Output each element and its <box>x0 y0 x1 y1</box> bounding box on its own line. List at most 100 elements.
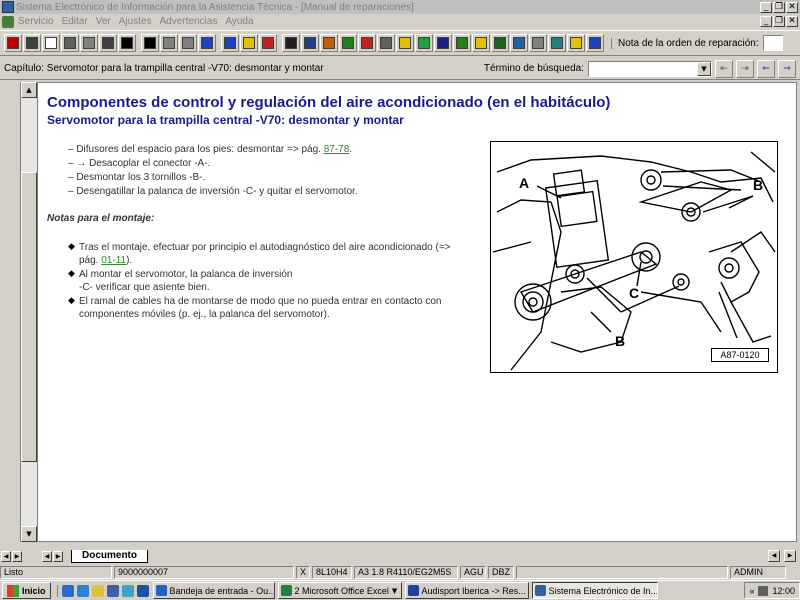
horizontal-scroll-track[interactable] <box>152 550 768 562</box>
tray-expand-icon[interactable]: « <box>749 586 754 596</box>
scroll-up-icon[interactable]: ▲ <box>21 82 37 98</box>
folder-icon[interactable] <box>91 584 104 597</box>
media-icon[interactable] <box>121 584 134 597</box>
page-link[interactable]: 87-78 <box>324 144 350 155</box>
document-list-icon <box>380 37 392 49</box>
tools-icon <box>285 37 297 49</box>
mail-icon <box>155 585 167 596</box>
desktop-icon[interactable] <box>106 584 119 597</box>
print-button[interactable] <box>23 34 41 52</box>
menu-ver[interactable]: Ver <box>96 16 111 27</box>
fuel-button[interactable] <box>301 34 319 52</box>
menu-advertencias[interactable]: Advertencias <box>160 16 218 27</box>
diamond-bullet-icon: ◆ <box>68 269 75 279</box>
jump-forward-button[interactable]: ⇒ <box>778 59 796 78</box>
label-b-right: B <box>753 177 763 193</box>
network-button[interactable] <box>586 34 604 52</box>
menu-editar[interactable]: Editar <box>62 16 88 27</box>
tab-next-icon[interactable]: ▶ <box>53 550 63 562</box>
previous-page-button[interactable] <box>141 34 159 52</box>
last-page-button[interactable] <box>179 34 197 52</box>
window-title: Sistema Electrónico de Información para … <box>16 1 414 13</box>
scroll-right-icon[interactable]: ▶ <box>12 550 22 562</box>
chevron-down-icon[interactable]: ▼ <box>697 61 711 76</box>
task-inbox[interactable]: Bandeja de entrada - Ou... <box>152 582 275 599</box>
task-elsa[interactable]: Sistema Electrónico de In... <box>531 582 658 599</box>
info-button[interactable] <box>221 34 239 52</box>
save-button[interactable] <box>434 34 452 52</box>
scroll-end-left-icon[interactable]: ◀ <box>768 550 780 562</box>
volume-icon[interactable] <box>758 585 769 596</box>
menu-servicio[interactable]: Servicio <box>18 16 54 27</box>
notes-heading: Notas para el montaje: <box>47 213 155 224</box>
next-page-button[interactable] <box>160 34 178 52</box>
menu-ajustes[interactable]: Ajustes <box>119 16 152 27</box>
title-bar: Sistema Electrónico de Información para … <box>0 0 800 14</box>
edit-button[interactable] <box>61 34 79 52</box>
player-icon[interactable] <box>136 584 149 597</box>
exit-button[interactable] <box>4 34 22 52</box>
first-page-button[interactable] <box>118 34 136 52</box>
scroll-down-icon[interactable]: ▼ <box>21 526 37 542</box>
task-label: Sistema Electrónico de In... <box>548 585 658 596</box>
menu-ayuda[interactable]: Ayuda <box>225 16 253 27</box>
warning-button[interactable] <box>396 34 414 52</box>
close-icon[interactable]: ✕ <box>786 1 798 13</box>
doc-restore-icon[interactable]: ❐ <box>773 16 785 27</box>
tool-button[interactable] <box>548 34 566 52</box>
jump-back-button[interactable]: ⇐ <box>757 59 775 78</box>
scroll-end-right-icon[interactable]: ▶ <box>784 550 796 562</box>
diagnosis-button[interactable] <box>510 34 528 52</box>
pencil-button[interactable] <box>472 34 490 52</box>
new-document-button[interactable] <box>42 34 60 52</box>
start-button[interactable]: Inicio <box>2 582 51 599</box>
status-order-number: 9000000007 <box>114 565 294 579</box>
page-link[interactable]: 01-11 <box>101 255 126 266</box>
doc-close-icon[interactable]: ✕ <box>786 16 798 27</box>
tools-button[interactable] <box>282 34 300 52</box>
question-button[interactable] <box>567 34 585 52</box>
engine-button[interactable] <box>339 34 357 52</box>
search-input[interactable]: ▼ <box>588 60 712 77</box>
search-prev-button[interactable]: ⇤ <box>715 59 733 78</box>
minimize-icon[interactable]: _ <box>760 1 772 13</box>
restore-icon[interactable]: ❐ <box>773 1 785 13</box>
note-item: ◆ El ramal de cables ha de montarse de m… <box>68 295 468 321</box>
step-item: – → Desacoplar el conector -A-. <box>68 157 358 171</box>
status-model: A3 1.8 R4110/EG2M5S <box>354 565 458 579</box>
car-button[interactable] <box>491 34 509 52</box>
search-next-button[interactable]: ⇥ <box>736 59 754 78</box>
notes-icon <box>83 37 95 49</box>
task-browser[interactable]: Audisport Iberica -> Res... <box>404 582 529 599</box>
book-icon <box>361 37 373 49</box>
globe-button[interactable] <box>415 34 433 52</box>
grid-button[interactable] <box>320 34 338 52</box>
scroll-thumb[interactable] <box>21 172 37 462</box>
return-button[interactable] <box>198 34 216 52</box>
page-title: Componentes de control y regulación del … <box>47 94 611 111</box>
task-excel[interactable]: 2 Microsoft Office Excel ▼ <box>277 582 402 599</box>
checklist-button[interactable] <box>529 34 547 52</box>
status-state: Listo <box>0 565 112 579</box>
note-text: componentes móviles (p. ej., la palanca … <box>79 309 330 320</box>
tab-prev-icon[interactable]: ◀ <box>42 550 52 562</box>
document-list-button[interactable] <box>377 34 395 52</box>
order-note-field[interactable] <box>762 35 783 51</box>
vehicle-button[interactable] <box>99 34 117 52</box>
outlook-icon[interactable] <box>76 584 89 597</box>
tab-documento[interactable]: Documento <box>71 549 148 563</box>
vertical-scrollbar[interactable]: ▲ ▼ <box>21 82 37 542</box>
book-button[interactable] <box>358 34 376 52</box>
status-blank <box>516 565 728 579</box>
app-icon <box>2 1 14 13</box>
task-label: 2 Microsoft Office Excel <box>294 585 389 596</box>
green-book-button[interactable] <box>453 34 471 52</box>
internet-explorer-icon[interactable] <box>61 584 74 597</box>
notes-button[interactable] <box>80 34 98 52</box>
document-area: Componentes de control y regulación del … <box>37 82 797 542</box>
swap-button[interactable] <box>259 34 277 52</box>
doc-minimize-icon[interactable]: _ <box>760 16 772 27</box>
servomotor-figure: A B C B A87-0120 <box>490 141 778 373</box>
scroll-left-icon[interactable]: ◀ <box>1 550 11 562</box>
help-button[interactable] <box>240 34 258 52</box>
